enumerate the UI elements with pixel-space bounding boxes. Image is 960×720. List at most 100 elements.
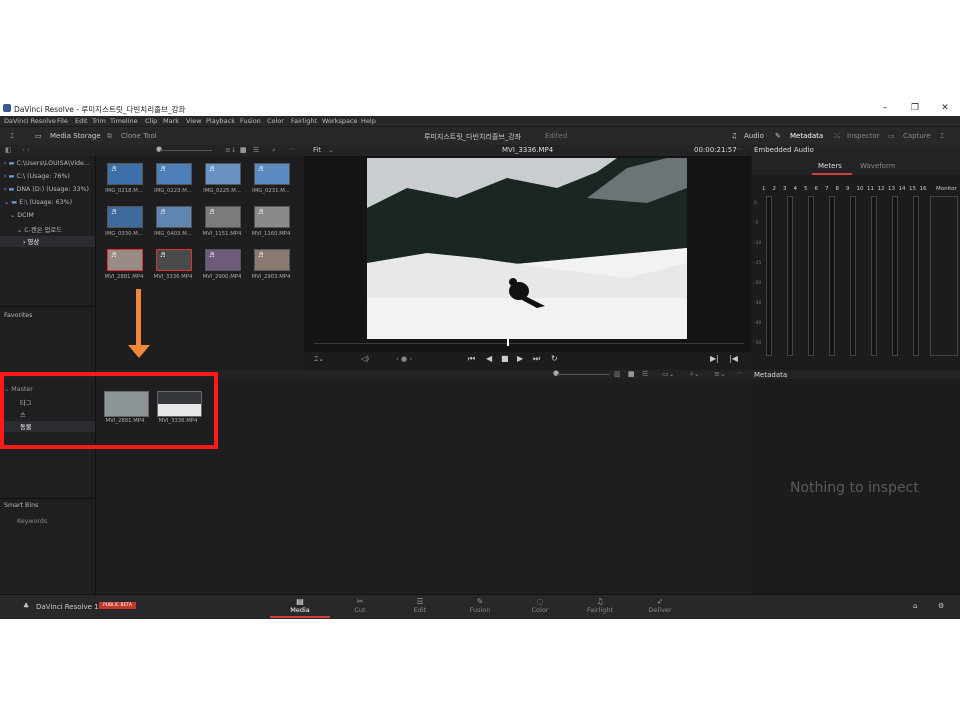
search-icon[interactable]: ⌕ (272, 146, 276, 155)
jog-control[interactable]: ‹ ● › (396, 355, 412, 363)
media-clip-thumb[interactable]: ♬ (254, 163, 290, 185)
menu-trim[interactable]: Trim (92, 117, 106, 125)
tab-meters[interactable]: Meters (818, 162, 842, 170)
tab-waveform[interactable]: Waveform (860, 162, 896, 170)
stop-icon[interactable]: ■ (501, 354, 509, 363)
media-clip-thumb[interactable]: ♬ (107, 163, 143, 185)
menu-clip[interactable]: Clip (145, 117, 157, 125)
page-tab-deliver[interactable]: ➶ Deliver (630, 597, 690, 614)
media-clip-thumb[interactable]: ♬ (254, 249, 290, 271)
page-label: Cut (354, 606, 366, 614)
channel-label: 6 (814, 186, 819, 192)
go-to-end-icon[interactable]: ⏭ (533, 354, 540, 364)
mark-out-icon[interactable]: |◀ (729, 354, 738, 363)
settings-gear-icon[interactable]: ⚙ (938, 602, 944, 610)
panel-toggle-icon[interactable]: ⌶ (10, 132, 14, 141)
more-options-icon[interactable]: ⋯ (736, 369, 743, 377)
thumb-size-slider[interactable]: ● (156, 145, 162, 153)
media-storage-button[interactable]: Media Storage (50, 132, 101, 140)
loop-icon[interactable]: ↻ (551, 354, 558, 363)
sort-icon[interactable]: ≡⌄ (714, 370, 726, 378)
viewer-options-icon[interactable]: ⋯ (736, 145, 743, 153)
menu-workspace[interactable]: Workspace (322, 117, 358, 125)
audio-button[interactable]: Audio (744, 132, 764, 140)
page-icon: ◌ (536, 597, 544, 606)
mark-in-icon[interactable]: ▶| (710, 354, 719, 363)
channel-label: 12 (877, 186, 885, 192)
menu-fusion[interactable]: Fusion (240, 117, 261, 125)
list-view-icon[interactable]: ☰ (642, 370, 648, 378)
volume-item[interactable]: › ▬ DNA (D:) (Usage: 33%) (4, 186, 89, 193)
metadata-icon[interactable]: ✎ (775, 132, 781, 140)
search-icon[interactable]: ⌕⌄ (690, 370, 700, 379)
sort-dropdown-icon[interactable]: ▭⌄ (662, 370, 674, 378)
volume-icon[interactable]: ◁) (361, 355, 369, 363)
inspector-icon[interactable]: ⤯ (834, 132, 840, 141)
folder-item-selected[interactable] (0, 236, 95, 247)
filmstrip-view-icon[interactable]: ▥ (614, 370, 621, 378)
menu-color[interactable]: Color (267, 117, 284, 125)
list-view-icon[interactable]: ☰ (253, 146, 259, 154)
nav-back-icon[interactable]: ‹ › (22, 146, 30, 154)
pool-thumb-slider[interactable]: ● (553, 369, 559, 377)
menu-fairlight[interactable]: Fairlight (291, 117, 317, 125)
scrubber-track[interactable] (314, 343, 744, 344)
clone-tool-button[interactable]: Clone Tool (121, 132, 157, 140)
menu-mark[interactable]: Mark (163, 117, 179, 125)
folder-label[interactable]: › 영상 (23, 237, 39, 246)
playhead[interactable] (507, 339, 509, 346)
media-clip-thumb[interactable]: ♬ (205, 206, 241, 228)
media-clip-thumb[interactable]: ♬ (107, 249, 143, 271)
menu-edit[interactable]: Edit (75, 117, 88, 125)
media-clip-thumb[interactable]: ♬ (107, 206, 143, 228)
clone-tool-icon[interactable]: ⧉ (107, 132, 112, 141)
media-clip-thumb[interactable]: ♬ (156, 206, 192, 228)
smart-bin-keywords[interactable]: Keywords (17, 518, 47, 525)
volume-item[interactable]: › ▬ C:\ (Usage: 76%) (4, 173, 70, 180)
grid-view-icon[interactable]: ▦ (240, 146, 247, 154)
chevron-down-icon[interactable]: ⌄ (328, 146, 334, 154)
media-clip-thumb[interactable]: ♬ (205, 249, 241, 271)
collapse-icon[interactable]: ⌶ (940, 132, 944, 141)
media-clip-thumb[interactable]: ♬ (205, 163, 241, 185)
close-button[interactable]: ✕ (930, 101, 960, 116)
media-clip-thumb[interactable]: ♬ (254, 206, 290, 228)
fit-dropdown[interactable]: Fit (313, 146, 321, 154)
page-tab-cut[interactable]: ✂ Cut (330, 597, 390, 614)
volume-item[interactable]: ⌄ ▬ E:\ (Usage: 63%) (4, 199, 72, 206)
play-icon[interactable]: ▶ (517, 354, 523, 363)
menu-help[interactable]: Help (361, 117, 376, 125)
menu-view[interactable]: View (186, 117, 201, 125)
scale-label: -40 (754, 321, 762, 326)
menu-timeline[interactable]: Timeline (110, 117, 138, 125)
folder-item[interactable]: ⌄ C-캔온 업로드 (17, 225, 62, 234)
play-reverse-icon[interactable]: ◀ (486, 354, 492, 363)
more-options-icon[interactable]: ⋯ (288, 145, 295, 153)
grid-view-icon[interactable]: ▦ (628, 370, 635, 378)
folder-item[interactable]: ⌄ DCIM (10, 212, 34, 219)
minimize-button[interactable]: – (870, 101, 900, 116)
media-clip-thumb[interactable]: ♬ (156, 249, 192, 271)
capture-icon[interactable]: ▭ (888, 132, 895, 140)
page-tab-edit[interactable]: ☰ Edit (390, 597, 450, 614)
menu-davinci[interactable]: DaVinci Resolve (4, 117, 56, 125)
audio-icon[interactable]: ♫ (731, 132, 737, 140)
media-storage-icon[interactable]: ▭ (35, 132, 42, 140)
metadata-button[interactable]: Metadata (790, 132, 823, 140)
inspector-button[interactable]: Inspector (847, 132, 880, 140)
sidebar-toggle-icon[interactable]: ◧ (5, 146, 12, 154)
page-tab-fusion[interactable]: ✎ Fusion (450, 597, 510, 614)
sort-icon[interactable]: ≡↓ (225, 146, 237, 154)
viewer-mode-icon[interactable]: ⌶⌄ (314, 355, 324, 364)
home-icon[interactable]: ⌂ (913, 602, 917, 610)
menu-playback[interactable]: Playback (206, 117, 235, 125)
volume-item[interactable]: › ▬ C:\Users\LOUISA\Vide... (4, 160, 90, 167)
page-tab-color[interactable]: ◌ Color (510, 597, 570, 614)
maximize-button[interactable]: ❐ (900, 101, 930, 116)
capture-button[interactable]: Capture (903, 132, 931, 140)
media-clip-thumb[interactable]: ♬ (156, 163, 192, 185)
page-tab-fairlight[interactable]: ♫ Fairlight (570, 597, 630, 614)
go-to-start-icon[interactable]: ⏮ (468, 354, 475, 364)
menu-file[interactable]: File (57, 117, 68, 125)
page-tab-media[interactable]: ▤ Media (270, 597, 330, 618)
